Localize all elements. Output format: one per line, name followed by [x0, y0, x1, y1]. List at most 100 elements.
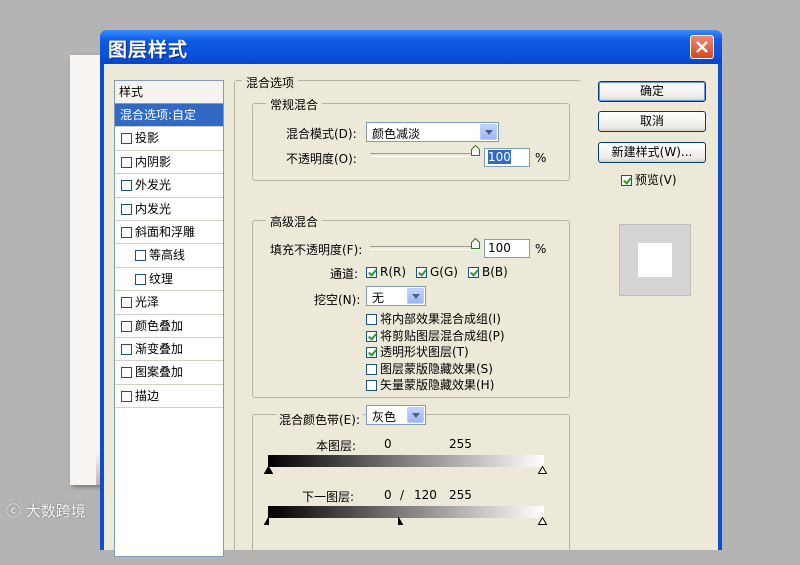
checkbox-checked-icon[interactable] — [621, 175, 632, 186]
blend-if-group — [252, 414, 570, 565]
checkbox-icon[interactable] — [366, 380, 377, 391]
style-list-item[interactable]: 纹理 — [115, 268, 223, 292]
channel-b-checkbox[interactable]: B(B) — [468, 265, 508, 279]
style-list: 样式 混合选项:自定投影内阴影外发光内发光斜面和浮雕等高线纹理光泽颜色叠加渐变叠… — [114, 80, 224, 557]
general-blending-title: 常规混合 — [266, 96, 323, 113]
blend-if-select[interactable]: 灰色 — [366, 405, 426, 425]
knockout-label: 挖空(N): — [314, 293, 361, 307]
knockout-value: 无 — [372, 291, 385, 305]
blend-if-value: 灰色 — [372, 410, 397, 424]
checkbox-icon[interactable] — [366, 347, 377, 358]
style-list-item-label: 内发光 — [135, 201, 172, 216]
style-list-item[interactable]: 内阴影 — [115, 151, 223, 175]
blend-mode-value: 颜色减淡 — [372, 127, 421, 141]
checkbox-icon[interactable] — [135, 250, 146, 262]
underlying-layer-label: 下一图层: — [302, 490, 355, 504]
channel-r-checkbox[interactable]: R(R) — [366, 265, 406, 279]
close-icon — [696, 41, 708, 53]
fill-opacity-unit: % — [535, 242, 547, 256]
opacity-slider-track[interactable] — [370, 153, 480, 157]
cancel-button[interactable]: 取消 — [598, 111, 706, 132]
opacity-slider-thumb[interactable] — [471, 145, 480, 156]
ok-button[interactable]: 确定 — [598, 81, 706, 102]
advanced-option-checkbox[interactable]: 图层蒙版隐藏效果(S) — [366, 360, 493, 377]
checkbox-checked-icon[interactable] — [366, 267, 377, 278]
underlying-layer-gradient — [268, 506, 544, 518]
this-layer-high-slider[interactable] — [538, 466, 547, 474]
checkbox-icon[interactable] — [135, 273, 146, 285]
new-style-button[interactable]: 新建样式(W)... — [598, 142, 706, 163]
style-list-item-label: 混合选项:自定 — [120, 108, 197, 122]
checkbox-icon[interactable] — [121, 180, 132, 192]
style-list-item[interactable]: 内发光 — [115, 198, 223, 221]
blend-mode-select[interactable]: 颜色减淡 — [366, 122, 499, 142]
checkbox-icon[interactable] — [121, 390, 132, 402]
style-list-item-label: 内阴影 — [135, 154, 172, 169]
dialog-client: 样式 混合选项:自定投影内阴影外发光内发光斜面和浮雕等高线纹理光泽颜色叠加渐变叠… — [104, 64, 718, 565]
this-layer-low-slider[interactable] — [264, 466, 273, 474]
knockout-select[interactable]: 无 — [366, 286, 426, 306]
style-list-item-label: 颜色叠加 — [135, 318, 184, 333]
advanced-option-checkbox[interactable]: 透明形状图层(T) — [366, 343, 469, 360]
style-list-item[interactable]: 光泽 — [115, 291, 223, 315]
general-blending-group — [252, 103, 570, 181]
chevron-down-icon[interactable] — [407, 407, 424, 423]
checkbox-checked-icon[interactable] — [468, 267, 479, 278]
preview-checkbox[interactable]: 预览(V) — [621, 171, 677, 188]
fill-opacity-slider-track[interactable] — [370, 246, 480, 250]
fill-opacity-label: 填充不透明度(F): — [270, 243, 363, 257]
style-list-item[interactable]: 外发光 — [115, 174, 223, 198]
underlying-mid-slider[interactable] — [394, 517, 403, 525]
checkbox-checked-icon[interactable] — [416, 267, 427, 278]
style-list-item-label: 渐变叠加 — [135, 341, 184, 356]
checkbox-icon[interactable] — [121, 156, 132, 168]
advanced-option-checkbox[interactable]: 将内部效果混合成组(I) — [366, 310, 501, 327]
checkbox-icon[interactable] — [121, 367, 132, 379]
style-list-item[interactable]: 渐变叠加 — [115, 338, 223, 362]
close-button[interactable] — [690, 35, 714, 59]
underlying-high-slider[interactable] — [538, 517, 547, 525]
style-list-item[interactable]: 图案叠加 — [115, 361, 223, 385]
style-list-item[interactable]: 投影 — [115, 127, 223, 151]
style-list-header: 样式 — [115, 81, 223, 104]
advanced-option-checkbox[interactable]: 矢量蒙版隐藏效果(H) — [366, 376, 494, 393]
opacity-unit: % — [535, 151, 547, 165]
style-list-item[interactable]: 描边 — [115, 385, 223, 409]
style-list-item-label: 描边 — [135, 388, 160, 403]
checkbox-icon[interactable] — [121, 203, 132, 215]
checkbox-icon[interactable] — [366, 331, 377, 342]
blend-mode-label: 混合模式(D): — [286, 127, 357, 141]
channel-g-checkbox[interactable]: G(G) — [416, 265, 458, 279]
opacity-input[interactable]: 100 — [484, 148, 530, 167]
this-layer-high: 255 — [449, 437, 472, 451]
dialog-title: 图层样式 — [108, 39, 189, 61]
checkbox-icon[interactable] — [121, 320, 132, 332]
title-bar[interactable]: 图层样式 — [100, 30, 722, 64]
checkbox-icon[interactable] — [121, 133, 132, 145]
chevron-down-icon[interactable] — [480, 124, 497, 140]
chevron-down-icon[interactable] — [407, 288, 424, 304]
checkbox-icon[interactable] — [366, 314, 377, 325]
style-list-item-label: 外发光 — [135, 178, 172, 193]
underlying-separator: / — [400, 488, 405, 502]
advanced-option-checkbox[interactable]: 将剪贴图层混合成组(P) — [366, 327, 505, 344]
fill-opacity-slider-thumb[interactable] — [471, 238, 480, 249]
opacity-label: 不透明度(O): — [286, 152, 357, 166]
this-layer-label: 本图层: — [316, 439, 357, 453]
checkbox-icon[interactable] — [121, 297, 132, 309]
layer-style-dialog: 图层样式 样式 混合选项:自定 投影 内阴影 外发光 内发光 斜面和浮雕 等高线 纹理 光泽 颜色… — [100, 30, 722, 565]
style-list-item[interactable]: 混合选项:自定 — [115, 104, 223, 128]
fill-opacity-input[interactable]: 100 — [484, 239, 530, 258]
style-list-item-label: 斜面和浮雕 — [135, 224, 196, 239]
channels-label: 通道: — [330, 267, 359, 281]
style-list-item[interactable]: 斜面和浮雕 — [115, 221, 223, 245]
checkbox-icon[interactable] — [121, 226, 132, 238]
checkbox-icon[interactable] — [366, 364, 377, 375]
underlying-high: 255 — [449, 488, 472, 502]
style-list-item-label: 等高线 — [149, 248, 186, 263]
style-list-item[interactable]: 颜色叠加 — [115, 315, 223, 338]
style-list-item-label: 纹理 — [149, 271, 174, 286]
underlying-low-slider[interactable] — [264, 517, 273, 525]
checkbox-icon[interactable] — [121, 343, 132, 355]
style-list-item[interactable]: 等高线 — [115, 244, 223, 268]
